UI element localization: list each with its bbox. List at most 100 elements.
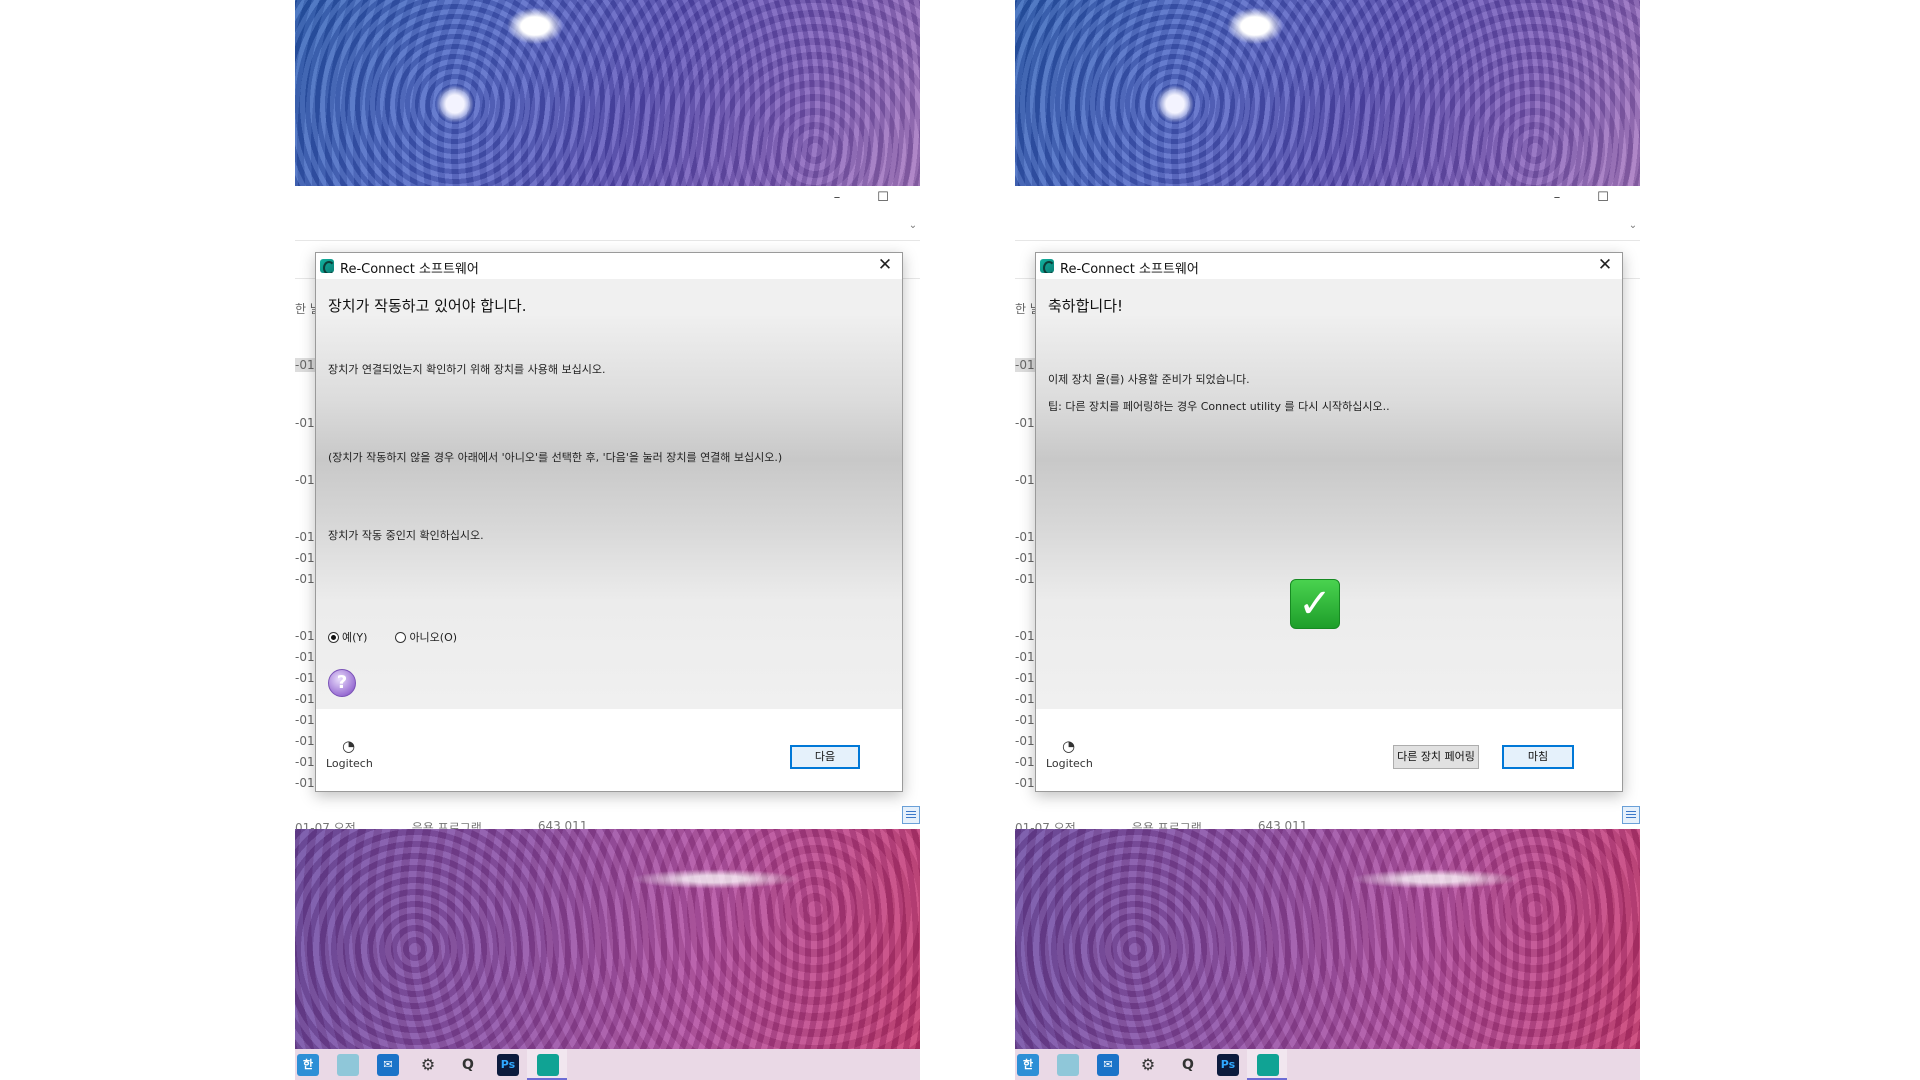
table-row[interactable]: -01 [295,713,315,727]
radio-yes[interactable]: 예(Y) [328,629,367,645]
table-row[interactable]: -01 [1015,692,1035,706]
desktop-wallpaper [295,0,920,186]
close-icon[interactable]: ✕ [1588,253,1622,279]
reconnect-dialog: Re-Connect 소프트웨어 ✕ 축하합니다! 이제 장치 을(를) 사용할… [1035,252,1623,792]
search-icon[interactable]: Q [1177,1054,1199,1076]
table-row[interactable]: -01 [1015,713,1035,727]
chevron-down-icon[interactable]: ⌄ [906,220,920,231]
table-row[interactable]: -01 [295,551,315,565]
table-row[interactable]: -01 [295,776,315,790]
dialog-heading: 축하합니다! [1048,297,1124,315]
table-row[interactable]: -01 [1015,358,1035,372]
logo-text: Logitech [1046,757,1093,770]
table-row[interactable]: -01 [1015,530,1035,544]
confirm-radio-group: 예(Y) 아니오(O) [328,629,457,645]
radio-button-unchecked[interactable] [395,631,407,643]
table-row[interactable]: -01 [295,650,315,664]
explorer-side-label: 한 날 [1015,302,1035,316]
photoshop-icon[interactable]: Ps [1217,1054,1239,1076]
explorer-footer-row: 01-07 오전 응용 프로그램 643 011 [1015,819,1308,829]
details-view-button[interactable] [902,806,920,824]
mail-icon[interactable]: ✉ [1097,1054,1119,1076]
maximize-icon[interactable]: ☐ [876,190,890,205]
left-screen: – ☐ ⌄ 한 날 -01 -01 -01 -01 -01 -01 -01 -0… [295,0,920,1080]
explorer-side-label: 한 날 [295,302,315,316]
radio-no[interactable]: 아니오(O) [395,629,457,645]
help-icon[interactable]: ? [328,669,356,697]
dialog-footer: ◔ Logitech 다른 장치 페어링 마침 [1036,709,1622,791]
dialog-footer: ◔ Logitech 다음 [316,709,902,791]
settings-icon[interactable]: ⚙ [417,1054,439,1076]
table-row[interactable]: -01 [1015,629,1035,643]
minimize-icon[interactable]: – [1550,190,1564,205]
table-row[interactable]: -01 [295,572,315,586]
confirm-question: 장치가 작동 중인지 확인하십시오. [328,529,484,542]
notepad-icon[interactable] [1057,1054,1079,1076]
table-row[interactable]: -01 [295,358,315,372]
desktop-wallpaper [295,829,920,1049]
next-button[interactable]: 다음 [790,745,860,769]
table-row[interactable]: -01 [295,734,315,748]
table-row[interactable]: -01 [295,692,315,706]
pair-another-device-button[interactable]: 다른 장치 페어링 [1393,745,1479,769]
reconnect-dialog: Re-Connect 소프트웨어 ✕ 장치가 작동하고 있어야 합니다. 장치가… [315,252,903,792]
dialog-content: 축하합니다! 이제 장치 을(를) 사용할 준비가 되었습니다. 팁: 다른 장… [1036,279,1622,709]
table-row[interactable]: -01 [1015,551,1035,565]
window-controls: – ☐ [830,190,890,205]
table-row[interactable]: -01 [295,473,315,487]
success-check-icon: ✓ [1290,579,1340,629]
details-view-button[interactable] [1622,806,1640,824]
table-row[interactable]: -01 [295,629,315,643]
right-screen: – ☐ ⌄ 한 날 -01 -01 -01 -01 -01 -01 -01 -0… [1015,0,1640,1080]
logitech-logo: ◔ Logitech [1046,737,1106,777]
table-row[interactable]: -01 [1015,755,1035,769]
table-row[interactable]: -01 [295,671,315,685]
table-row[interactable]: -01 [295,416,315,430]
radio-yes-label: 예(Y) [342,631,368,644]
search-icon[interactable]: Q [457,1054,479,1076]
table-row[interactable]: -01 [1015,776,1035,790]
dialog-title: Re-Connect 소프트웨어 [340,262,479,277]
logitech-connect-icon[interactable] [1257,1054,1279,1076]
dialog-titlebar: Re-Connect 소프트웨어 ✕ [316,253,902,279]
explorer-footer-row: 01-07 오전 응용 프로그램 643 011 [295,819,588,829]
dialog-content: 장치가 작동하고 있어야 합니다. 장치가 연결되었는지 확인하기 위해 장치를… [316,279,902,709]
settings-icon[interactable]: ⚙ [1137,1054,1159,1076]
window-controls: – ☐ [1550,190,1610,205]
desktop-wallpaper [1015,829,1640,1049]
notepad-icon[interactable] [337,1054,359,1076]
taskbar: 한 ✉ ⚙ Q Ps [295,1049,920,1080]
minimize-icon[interactable]: – [830,190,844,205]
dialog-titlebar: Re-Connect 소프트웨어 ✕ [1036,253,1622,279]
logitech-mark-icon: ◔ [342,737,356,755]
radio-button-checked[interactable] [328,631,339,643]
table-row[interactable]: -01 [1015,416,1035,430]
maximize-icon[interactable]: ☐ [1596,190,1610,205]
table-row[interactable]: -01 [1015,572,1035,586]
table-row[interactable]: -01 [295,755,315,769]
close-icon[interactable]: ✕ [868,253,902,279]
photoshop-icon[interactable]: Ps [497,1054,519,1076]
radio-no-label: 아니오(O) [409,631,458,644]
table-row[interactable]: -01 [1015,650,1035,664]
logitech-connect-icon[interactable] [537,1054,559,1076]
logitech-connect-icon [320,259,334,273]
note-text: (장치가 작동하지 않을 경우 아래에서 '아니오'를 선택한 후, '다음'을… [328,451,783,464]
hangul-icon[interactable]: 한 [297,1054,319,1076]
tip-text: 팁: 다른 장치를 페어링하는 경우 Connect utility 를 다시 … [1048,400,1390,413]
table-row[interactable]: -01 [295,530,315,544]
logitech-mark-icon: ◔ [1062,737,1076,755]
desktop-wallpaper [1015,0,1640,186]
dialog-title: Re-Connect 소프트웨어 [1060,262,1199,277]
logitech-connect-icon [1040,259,1054,273]
mail-icon[interactable]: ✉ [377,1054,399,1076]
table-row[interactable]: -01 [1015,473,1035,487]
hangul-icon[interactable]: 한 [1017,1054,1039,1076]
table-row[interactable]: -01 [1015,734,1035,748]
logitech-logo: ◔ Logitech [326,737,386,777]
dialog-heading: 장치가 작동하고 있어야 합니다. [328,297,527,315]
ready-text: 이제 장치 을(를) 사용할 준비가 되었습니다. [1048,373,1250,386]
finish-button[interactable]: 마침 [1502,745,1574,769]
table-row[interactable]: -01 [1015,671,1035,685]
chevron-down-icon[interactable]: ⌄ [1626,220,1640,231]
